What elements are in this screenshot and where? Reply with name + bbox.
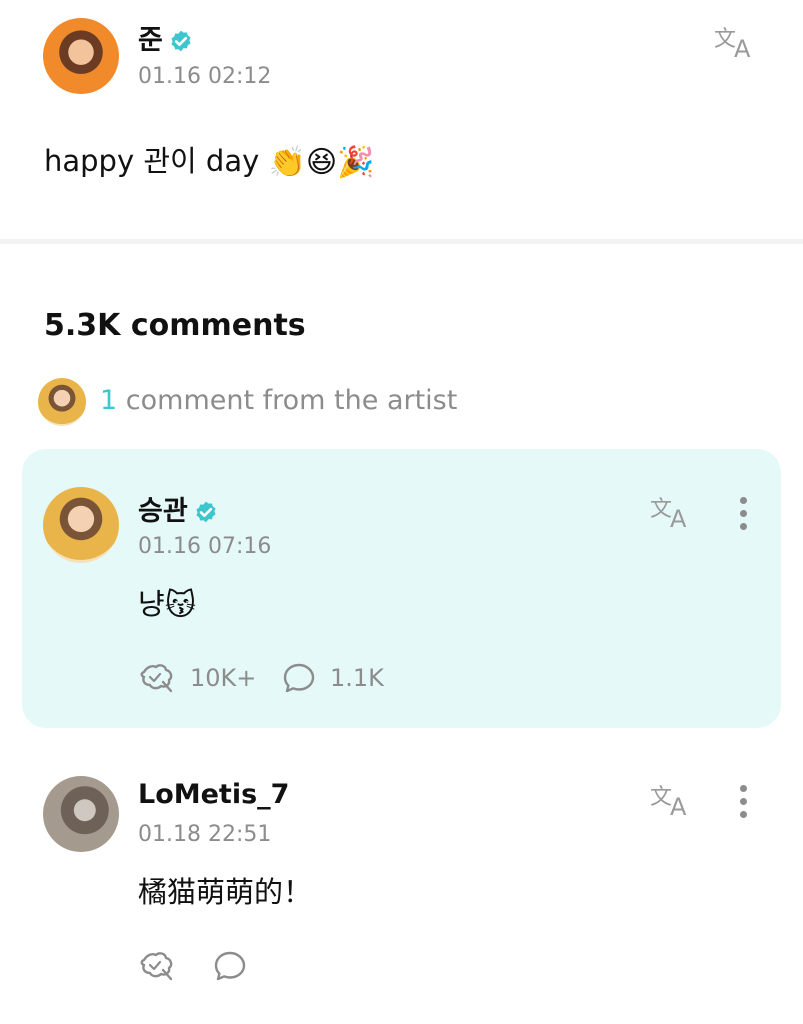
like-button[interactable]: 10K+ bbox=[138, 662, 256, 694]
more-options-icon[interactable] bbox=[738, 785, 748, 823]
comments-count: 5.3K comments bbox=[44, 308, 306, 343]
artist-comment-count: 1 bbox=[100, 385, 118, 416]
verified-badge-icon bbox=[196, 501, 216, 522]
like-icon bbox=[140, 664, 173, 693]
svg-text:A: A bbox=[734, 35, 751, 60]
post-text-content: happy 관이 day bbox=[44, 144, 260, 178]
reply-count: 1.1K bbox=[330, 664, 384, 692]
grinning-squint-emoji: 😆 bbox=[305, 145, 338, 180]
reply-button[interactable]: 1.1K bbox=[282, 662, 384, 694]
comment-icon bbox=[214, 951, 246, 981]
svg-text:文: 文 bbox=[650, 785, 672, 810]
post-author-avatar[interactable] bbox=[43, 18, 119, 94]
verified-badge-icon bbox=[171, 30, 191, 51]
svg-text:A: A bbox=[670, 793, 687, 818]
fan-comment-author[interactable]: LoMetis_7 bbox=[138, 779, 289, 810]
artist-comment-label: comment from the artist bbox=[125, 385, 458, 416]
like-icon bbox=[140, 952, 173, 981]
like-button[interactable] bbox=[138, 950, 190, 982]
section-divider bbox=[0, 239, 803, 244]
artist-comment-filter[interactable]: 1 comment from the artist bbox=[100, 385, 457, 416]
like-count: 10K+ bbox=[190, 664, 257, 692]
translate-icon[interactable]: 文 A bbox=[650, 494, 696, 530]
artist-comment-text-content: 냥 bbox=[138, 587, 165, 621]
fan-comment-text: 橘猫萌萌的！ bbox=[138, 875, 313, 909]
post-timestamp: 01.16 02:12 bbox=[138, 64, 272, 89]
fan-comment-avatar[interactable] bbox=[43, 776, 119, 852]
post-author-name[interactable]: 준 bbox=[138, 25, 163, 56]
kissing-cat-emoji: 😽 bbox=[164, 588, 196, 623]
comment-icon bbox=[283, 663, 315, 693]
artist-comment-author-row[interactable]: 승관 bbox=[138, 489, 219, 528]
translate-icon[interactable]: 文 A bbox=[714, 24, 760, 60]
artist-comment-author[interactable]: 승관 bbox=[138, 496, 188, 527]
clapping-hands-emoji: 👏 bbox=[268, 145, 306, 180]
fan-comment-timestamp: 01.18 22:51 bbox=[138, 822, 272, 847]
artist-comment-avatar[interactable] bbox=[43, 487, 119, 563]
artist-comment-mini-avatar bbox=[38, 378, 86, 426]
svg-text:A: A bbox=[670, 505, 687, 530]
svg-text:文: 文 bbox=[650, 497, 672, 522]
post-author-name-row[interactable]: 준 bbox=[138, 18, 194, 57]
artist-comment-timestamp: 01.16 07:16 bbox=[138, 534, 272, 559]
reply-button[interactable] bbox=[213, 950, 261, 982]
artist-comment-text: 냥😽 bbox=[138, 581, 196, 623]
svg-text:文: 文 bbox=[714, 27, 736, 52]
translate-icon[interactable]: 文 A bbox=[650, 782, 696, 818]
party-popper-emoji: 🎉 bbox=[337, 145, 375, 180]
post-text: happy 관이 day 👏😆🎉 bbox=[44, 138, 375, 180]
artist-comment-card bbox=[22, 449, 781, 728]
more-options-icon[interactable] bbox=[738, 497, 748, 535]
